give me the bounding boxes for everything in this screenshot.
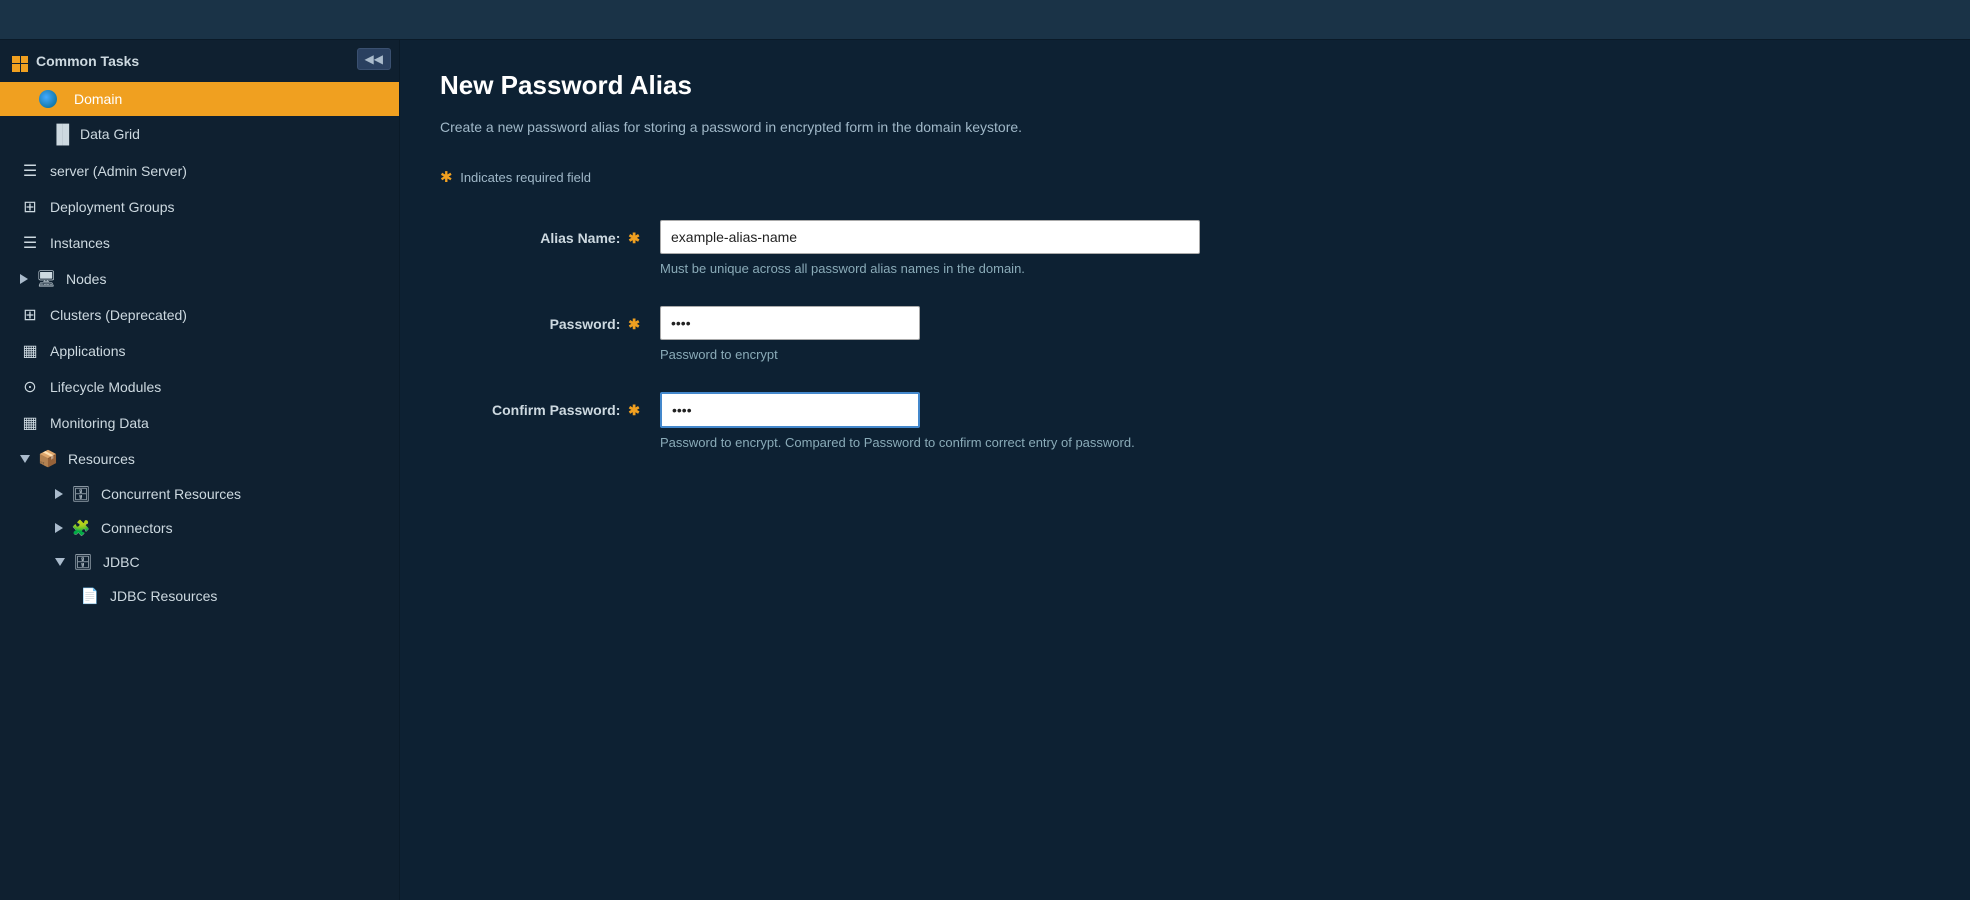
alias-name-required: ✱ — [628, 230, 640, 246]
password-required: ✱ — [628, 316, 640, 332]
password-hint: Password to encrypt — [660, 346, 1360, 364]
monitoring-icon: ▦ — [20, 413, 40, 433]
sidebar-item-nodes[interactable]: 🖥 Nodes — [0, 261, 399, 297]
main-layout: ◀◀ Common Tasks Domain ▐▌ Data Grid ☰ se… — [0, 40, 1970, 900]
deployment-icon: ⊞ — [20, 197, 40, 217]
server-label: server (Admin Server) — [50, 163, 187, 179]
instances-icon: ☰ — [20, 233, 40, 253]
alias-name-label: Alias Name: ✱ — [460, 220, 660, 247]
sidebar-item-instances[interactable]: ☰ Instances — [0, 225, 399, 261]
sidebar-item-lifecycle-modules[interactable]: ⊙ Lifecycle Modules — [0, 369, 399, 405]
sidebar-item-data-grid[interactable]: ▐▌ Data Grid — [0, 116, 399, 153]
sidebar-item-common-tasks[interactable]: Common Tasks — [0, 40, 399, 82]
sidebar-item-server[interactable]: ☰ server (Admin Server) — [0, 153, 399, 189]
deployment-groups-label: Deployment Groups — [50, 199, 175, 215]
concurrent-expand-icon — [55, 489, 63, 499]
sidebar-item-clusters[interactable]: ⊞ Clusters (Deprecated) — [0, 297, 399, 333]
connectors-label: Connectors — [101, 520, 173, 536]
resources-expand-icon — [20, 455, 30, 463]
applications-icon: ▦ — [20, 341, 40, 361]
lifecycle-icon: ⊙ — [20, 377, 40, 397]
confirm-password-label: Confirm Password: ✱ — [460, 392, 660, 419]
top-bar — [0, 0, 1970, 40]
nodes-expand-icon — [20, 274, 28, 284]
password-input[interactable] — [660, 306, 920, 340]
server-icon: ☰ — [20, 161, 40, 181]
page-description: Create a new password alias for storing … — [440, 117, 1930, 138]
required-asterisk: ✱ — [440, 169, 453, 186]
confirm-password-input-area: Password to encrypt. Compared to Passwor… — [660, 392, 1360, 452]
applications-label: Applications — [50, 343, 126, 359]
jdbc-label: JDBC — [103, 554, 140, 570]
monitoring-data-label: Monitoring Data — [50, 415, 149, 431]
concurrent-icon: 🗄 — [71, 485, 91, 503]
globe-icon — [38, 90, 58, 108]
sidebar-item-applications[interactable]: ▦ Applications — [0, 333, 399, 369]
password-label: Password: ✱ — [460, 306, 660, 333]
connectors-expand-icon — [55, 523, 63, 533]
required-note: ✱ Indicates required field — [440, 168, 1930, 186]
domain-label: Domain — [74, 91, 122, 107]
sidebar-collapse-button[interactable]: ◀◀ — [357, 48, 391, 70]
sidebar-item-domain[interactable]: Domain — [0, 82, 399, 116]
lifecycle-modules-label: Lifecycle Modules — [50, 379, 161, 395]
jdbc-resources-label: JDBC Resources — [110, 588, 217, 604]
resources-label: Resources — [68, 451, 135, 467]
instances-label: Instances — [50, 235, 110, 251]
connectors-icon: 🧩 — [71, 519, 91, 537]
sidebar-item-resources[interactable]: 📦 Resources — [0, 441, 399, 477]
clusters-label: Clusters (Deprecated) — [50, 307, 187, 323]
sidebar-item-jdbc-resources[interactable]: 📄 JDBC Resources — [0, 579, 399, 613]
alias-name-hint: Must be unique across all password alias… — [660, 260, 1360, 278]
sidebar-item-deployment-groups[interactable]: ⊞ Deployment Groups — [0, 189, 399, 225]
grid-icon — [12, 50, 28, 72]
confirm-password-required: ✱ — [628, 402, 640, 418]
jdbc-icon: 🗄 — [73, 553, 93, 571]
resources-icon: 📦 — [38, 449, 58, 469]
page-title: New Password Alias — [440, 70, 1930, 101]
confirm-password-input[interactable] — [660, 392, 920, 428]
main-content: New Password Alias Create a new password… — [400, 40, 1970, 900]
password-input-area: Password to encrypt — [660, 306, 1360, 364]
form-section: Alias Name: ✱ Must be unique across all … — [440, 210, 1930, 491]
required-note-text: Indicates required field — [460, 170, 591, 185]
data-grid-icon: ▐▌ — [50, 124, 70, 145]
sidebar-item-jdbc[interactable]: 🗄 JDBC — [0, 545, 399, 579]
sidebar-item-concurrent-resources[interactable]: 🗄 Concurrent Resources — [0, 477, 399, 511]
alias-name-row: Alias Name: ✱ Must be unique across all … — [440, 220, 1930, 278]
confirm-password-row: Confirm Password: ✱ Password to encrypt.… — [440, 392, 1930, 452]
alias-name-input-area: Must be unique across all password alias… — [660, 220, 1360, 278]
nodes-icon: 🖥 — [36, 269, 56, 289]
alias-name-input[interactable] — [660, 220, 1200, 254]
jdbc-resources-icon: 📄 — [80, 587, 100, 605]
nodes-label: Nodes — [66, 271, 106, 287]
jdbc-expand-icon — [55, 558, 65, 566]
common-tasks-label: Common Tasks — [36, 53, 139, 69]
confirm-password-hint: Password to encrypt. Compared to Passwor… — [660, 434, 1360, 452]
password-row: Password: ✱ Password to encrypt — [440, 306, 1930, 364]
sidebar-item-connectors[interactable]: 🧩 Connectors — [0, 511, 399, 545]
sidebar: ◀◀ Common Tasks Domain ▐▌ Data Grid ☰ se… — [0, 40, 400, 900]
concurrent-resources-label: Concurrent Resources — [101, 486, 241, 502]
expand-icon — [20, 95, 30, 103]
clusters-icon: ⊞ — [20, 305, 40, 325]
data-grid-label: Data Grid — [80, 126, 140, 142]
sidebar-item-monitoring-data[interactable]: ▦ Monitoring Data — [0, 405, 399, 441]
